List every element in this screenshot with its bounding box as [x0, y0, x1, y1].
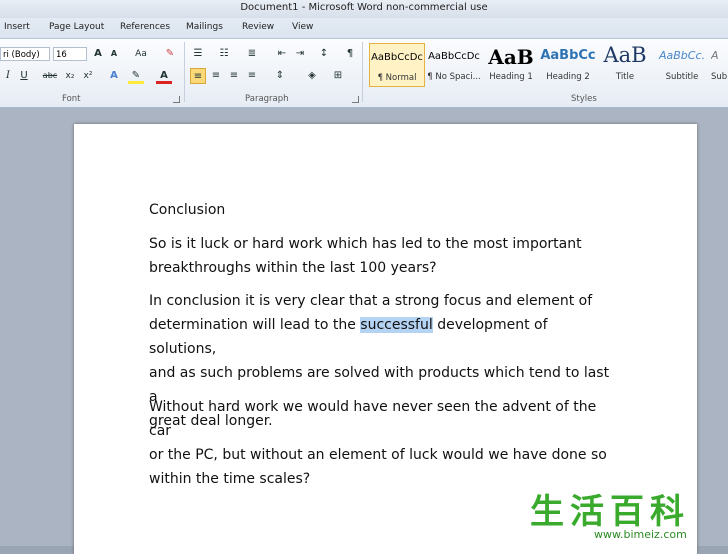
style-preview: AaB	[488, 45, 534, 69]
style-preview: AaBbCcDc	[371, 52, 423, 63]
style-subtitle[interactable]: AaBbCc. Subtitle	[654, 43, 710, 87]
bullets-icon[interactable]: ☰	[190, 46, 206, 62]
shrink-font-button[interactable]: A	[106, 46, 122, 62]
style-no-spacing[interactable]: AaBbCcDc ¶ No Spaci...	[426, 43, 482, 87]
style-preview: AaBbCcDc	[428, 51, 480, 62]
style-name: Sub	[711, 72, 728, 82]
shading-icon[interactable]: ◈	[304, 68, 320, 84]
style-name: ¶ No Spaci...	[427, 72, 481, 82]
style-heading-1[interactable]: AaB Heading 1	[483, 43, 539, 87]
text-effects-icon[interactable]: A	[106, 68, 122, 84]
document-heading[interactable]: Conclusion	[149, 198, 619, 222]
text-run: determination will lead to the	[149, 317, 361, 333]
watermark-logo: 生活百科	[530, 492, 690, 532]
group-separator	[184, 42, 185, 102]
line-spacing-icon[interactable]: ⇕	[272, 68, 288, 84]
font-color-icon[interactable]: A	[156, 68, 172, 84]
grow-font-button[interactable]: A	[90, 46, 106, 62]
selected-text[interactable]: successful	[360, 317, 433, 333]
font-dialog-launcher-icon[interactable]	[173, 96, 180, 103]
paragraph-line: In conclusion it is very clear that a st…	[149, 293, 593, 309]
paragraph-group-label: Paragraph	[245, 94, 289, 104]
tab-page-layout[interactable]: Page Layout	[49, 22, 104, 32]
paragraph-line: determination will lead to the successfu…	[149, 313, 619, 361]
italic-button[interactable]: I	[0, 68, 16, 84]
sort-icon[interactable]: ↕	[316, 46, 332, 62]
styles-group-label: Styles	[571, 94, 597, 104]
highlight-icon[interactable]: ✎	[128, 68, 144, 84]
style-preview: AaBbCc	[540, 48, 596, 63]
tab-view[interactable]: View	[292, 22, 313, 32]
style-name: Heading 1	[489, 72, 533, 82]
paragraph-line: Without hard work we would have never se…	[149, 399, 597, 439]
window-title: Document1 - Microsoft Word non-commercia…	[240, 2, 488, 13]
style-preview: A	[711, 49, 719, 62]
watermark: 生活百科 www.bimeiz.com	[524, 484, 728, 546]
show-marks-icon[interactable]: ¶	[342, 46, 358, 62]
style-preview: AaBbCc.	[658, 49, 706, 62]
numbering-icon[interactable]: ☷	[216, 46, 232, 62]
align-right-button[interactable]: ≡	[226, 68, 242, 84]
align-center-button[interactable]: ≡	[208, 68, 224, 84]
paragraph-3[interactable]: Without hard work we would have never se…	[149, 395, 619, 491]
paragraph-dialog-launcher-icon[interactable]	[352, 96, 359, 103]
style-subtle[interactable]: A Sub	[711, 43, 728, 87]
paragraph-line: or the PC, but without an element of luc…	[149, 447, 607, 463]
align-left-button[interactable]: ≡	[190, 68, 206, 84]
style-preview: AaB	[603, 43, 647, 67]
style-normal[interactable]: AaBbCcDc ¶ Normal	[369, 43, 425, 87]
increase-indent-icon[interactable]: ⇥	[292, 46, 308, 62]
change-case-button[interactable]: Aa	[130, 46, 152, 62]
tab-references[interactable]: References	[120, 22, 170, 32]
font-group-label: Font	[62, 94, 81, 104]
style-name: ¶ Normal	[377, 73, 417, 83]
style-name: Title	[615, 72, 635, 82]
decrease-indent-icon[interactable]: ⇤	[274, 46, 290, 62]
multilevel-list-icon[interactable]: ≣	[244, 46, 260, 62]
paragraph-line: breakthroughs within the last 100 years?	[149, 260, 437, 276]
tab-mailings[interactable]: Mailings	[186, 22, 223, 32]
paragraph-line: So is it luck or hard work which has led…	[149, 236, 582, 252]
tab-review[interactable]: Review	[242, 22, 274, 32]
group-separator	[362, 42, 363, 102]
justify-button[interactable]: ≡	[244, 68, 260, 84]
font-size-combo[interactable]: 16	[53, 47, 87, 61]
clear-formatting-icon[interactable]: ✎	[162, 46, 178, 62]
ribbon: ri (Body) 16 A A Aa ✎ I U abc x₂ x² A ✎ …	[0, 39, 728, 108]
borders-icon[interactable]: ⊞	[330, 68, 346, 84]
underline-button[interactable]: U	[16, 68, 32, 84]
style-name: Heading 2	[546, 72, 590, 82]
style-title[interactable]: AaB Title	[597, 43, 653, 87]
strikethrough-button[interactable]: abc	[40, 68, 60, 84]
subscript-button[interactable]: x₂	[62, 68, 78, 84]
font-name-combo[interactable]: ri (Body)	[0, 47, 50, 61]
style-name: Subtitle	[665, 72, 699, 82]
tab-insert[interactable]: Insert	[4, 22, 30, 32]
watermark-url: www.bimeiz.com	[594, 528, 687, 541]
paragraph-1[interactable]: So is it luck or hard work which has led…	[149, 232, 619, 280]
ribbon-tabs: Insert Page Layout References Mailings R…	[0, 18, 728, 39]
style-heading-2[interactable]: AaBbCc Heading 2	[540, 43, 596, 87]
superscript-button[interactable]: x²	[80, 68, 96, 84]
title-bar: Document1 - Microsoft Word non-commercia…	[0, 0, 728, 18]
